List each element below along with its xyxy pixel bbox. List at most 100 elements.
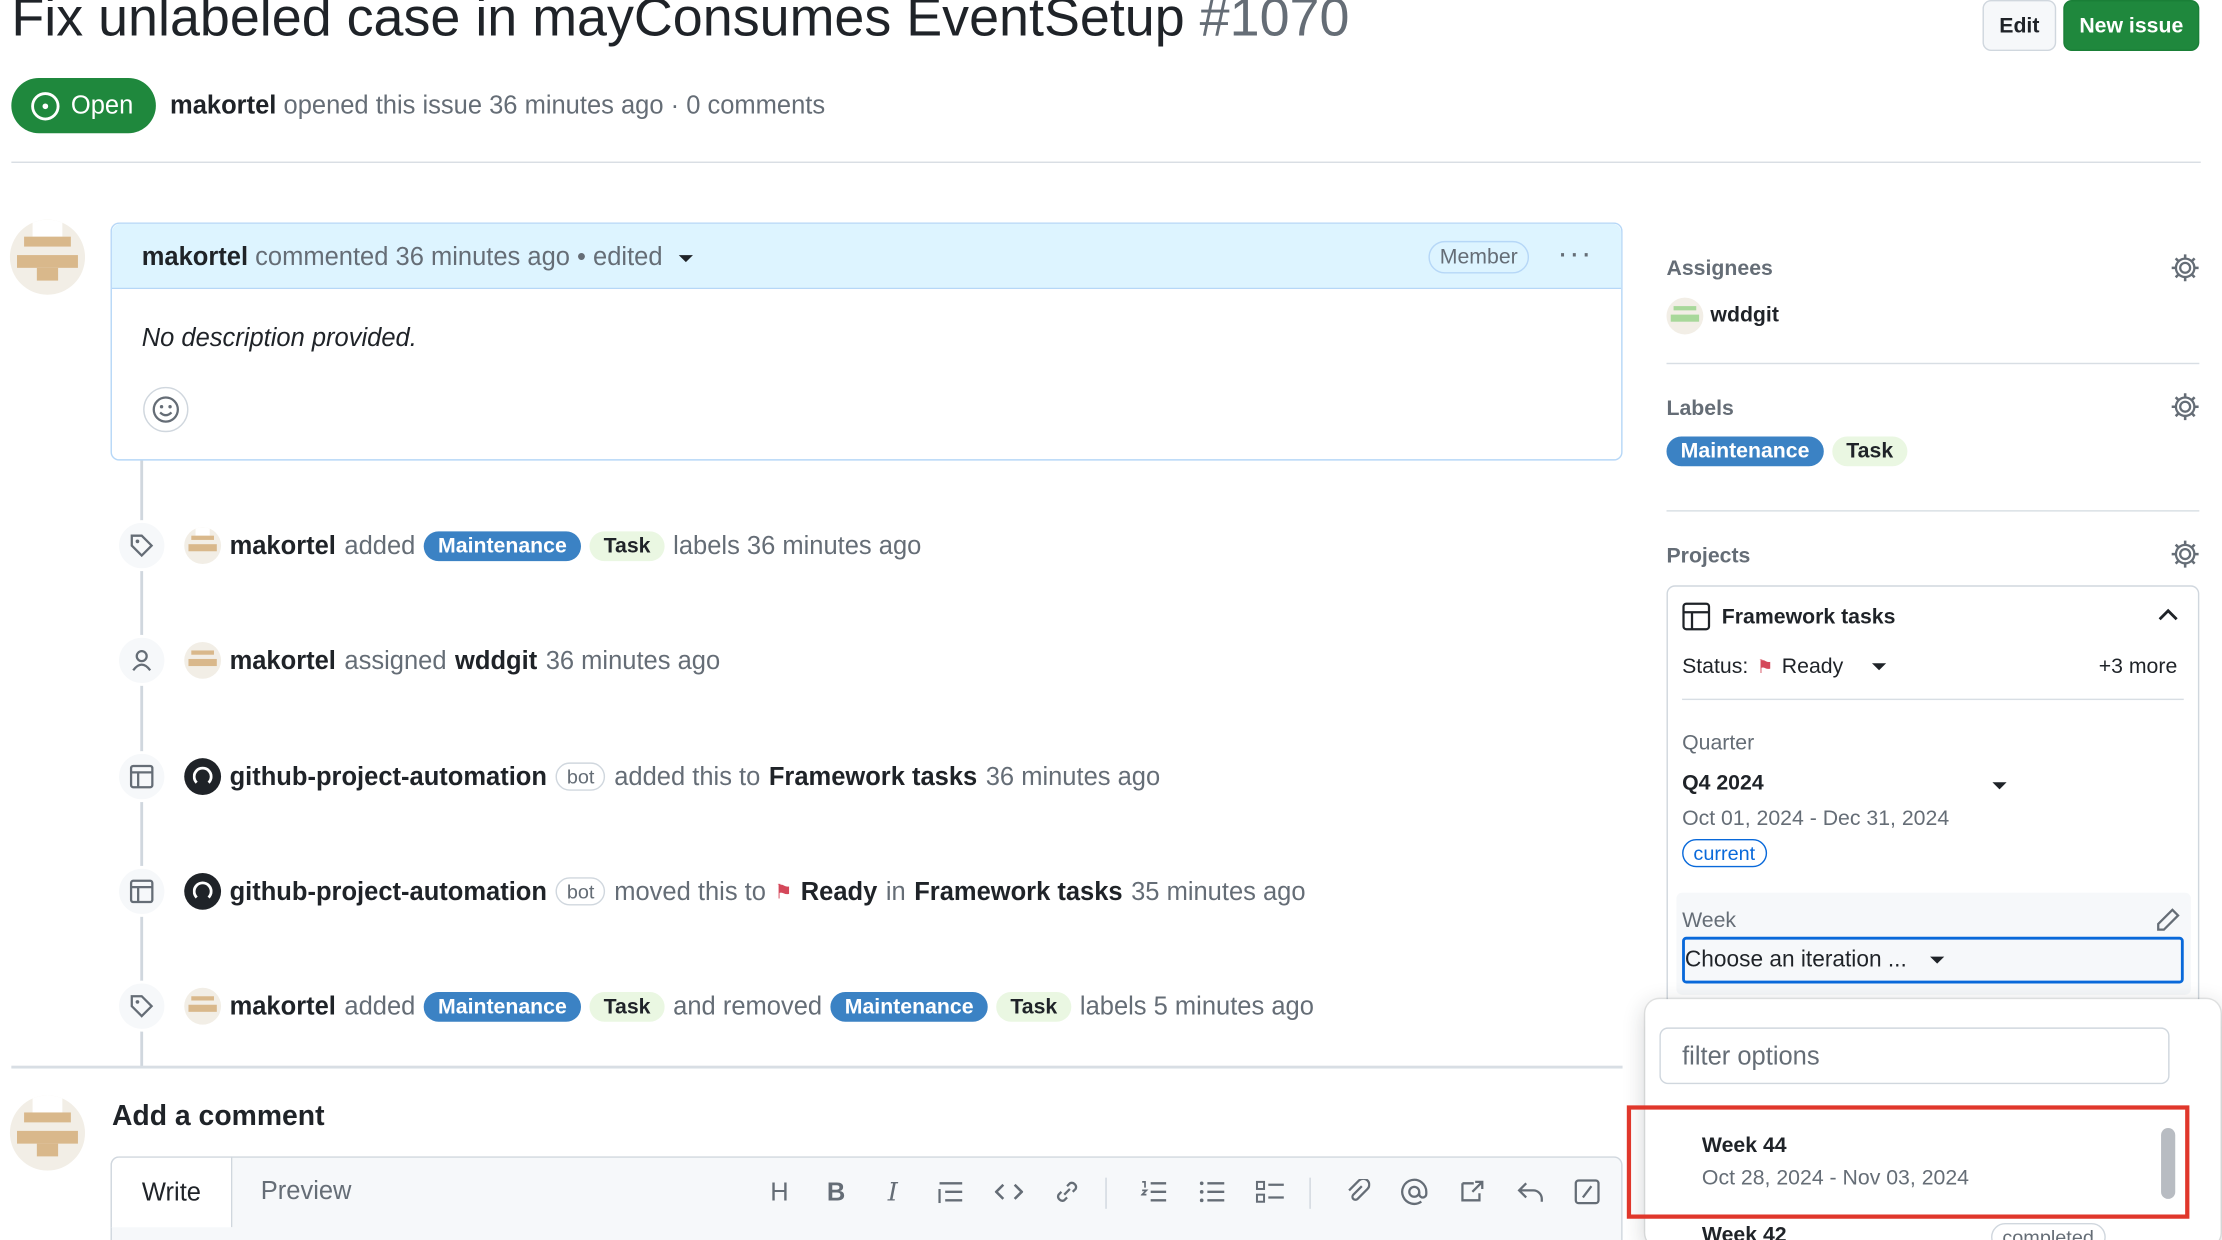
projects-heading: Projects (1666, 544, 1751, 569)
member-badge: Member (1428, 240, 1530, 274)
actor-link[interactable]: makortel (230, 531, 336, 561)
code-icon[interactable] (992, 1175, 1026, 1209)
status-flag-icon: ⚑ (774, 879, 793, 903)
link-icon[interactable] (1050, 1175, 1084, 1209)
more-options-icon[interactable]: ··· (1557, 235, 1592, 272)
option-name[interactable]: Week 42 (1702, 1223, 1787, 1240)
status-value: Ready (800, 876, 878, 905)
tag-icon (116, 980, 168, 1032)
chevron-down-icon[interactable] (1992, 782, 2007, 790)
event-time: 36 minutes ago (545, 645, 721, 674)
avatar[interactable] (9, 1095, 86, 1171)
slash-command-icon[interactable] (1570, 1175, 1604, 1209)
avatar[interactable] (184, 987, 222, 1025)
issue-author-link[interactable]: makortel (170, 91, 276, 119)
timeline-divider (11, 1065, 1623, 1069)
toolbar-divider (1309, 1177, 1311, 1209)
avatar[interactable] (1666, 297, 1704, 335)
comment-header: makortel commented 36 minutes ago • edit… (111, 223, 1622, 290)
filter-input[interactable]: filter options (1659, 1027, 2170, 1085)
add-reaction-button[interactable] (143, 386, 189, 433)
timeline-item: makortel added Maintenance Task and remo… (184, 986, 1314, 1026)
event-time: labels 36 minutes ago (673, 530, 922, 560)
label-task[interactable]: Task (589, 530, 665, 561)
event-verb: added (344, 991, 416, 1020)
highlight-box (1626, 1105, 2190, 1219)
actor-link[interactable]: makortel (230, 991, 336, 1021)
attach-icon[interactable] (1341, 1175, 1375, 1209)
label-maintenance[interactable]: Maintenance (1666, 436, 1824, 467)
reply-icon[interactable] (1513, 1175, 1547, 1209)
label-task[interactable]: Task (996, 991, 1072, 1022)
event-time: labels 5 minutes ago (1079, 991, 1314, 1020)
tab-preview[interactable]: Preview (261, 1176, 352, 1206)
quarter-value[interactable]: Q4 2024 (1682, 771, 1764, 795)
gear-icon[interactable] (2170, 539, 2201, 570)
toolbar-divider (1105, 1177, 1107, 1209)
chevron-up-icon[interactable] (2157, 607, 2180, 624)
chevron-down-icon (1929, 956, 1944, 964)
project-link[interactable]: Framework tasks (769, 762, 977, 792)
label-task[interactable]: Task (1832, 436, 1908, 467)
actor-link[interactable]: makortel (230, 646, 336, 676)
event-connector: and removed (673, 991, 823, 1020)
mention-icon[interactable] (1397, 1175, 1431, 1209)
labels-heading: Labels (1666, 396, 1734, 421)
status-field[interactable]: Status: ⚑ Ready (1682, 655, 1886, 679)
week-label: Week (1682, 908, 1737, 933)
status-flag-icon: ⚑ (1756, 655, 1774, 677)
github-logo-icon[interactable] (184, 758, 222, 796)
avatar[interactable] (184, 527, 222, 565)
header-divider (11, 161, 2201, 163)
edited-dropdown-icon[interactable] (678, 254, 693, 262)
assignee-link[interactable]: wddgit (455, 646, 537, 676)
task-list-icon[interactable] (1253, 1175, 1287, 1209)
label-maintenance[interactable]: Maintenance (830, 991, 988, 1022)
github-logo-icon[interactable] (184, 872, 222, 910)
comment-author-link[interactable]: makortel (142, 242, 248, 270)
event-connector: in (885, 876, 906, 905)
issue-open-icon (31, 91, 60, 120)
tab-write[interactable]: Write (110, 1156, 233, 1228)
project-name-link[interactable]: Framework tasks (1722, 605, 1896, 629)
label-task[interactable]: Task (589, 991, 665, 1022)
ordered-list-icon[interactable] (1137, 1175, 1171, 1209)
reference-icon[interactable] (1455, 1175, 1489, 1209)
quote-icon[interactable] (934, 1175, 968, 1209)
event-verb: added this to (614, 761, 761, 791)
issue-meta-text: opened this issue 36 minutes ago · 0 com… (283, 90, 826, 120)
label-maintenance[interactable]: Maintenance (423, 991, 581, 1022)
gear-icon[interactable] (2170, 252, 2201, 283)
bold-icon[interactable]: B (819, 1175, 853, 1209)
more-fields-link[interactable]: +3 more (2099, 655, 2178, 679)
event-verb: moved this to (614, 876, 766, 905)
state-badge: Open (11, 77, 156, 134)
actor-link[interactable]: github-project-automation (230, 762, 547, 792)
sidebar-divider (1666, 510, 2200, 512)
event-time: 36 minutes ago (985, 761, 1161, 791)
timeline-item: makortel assigned wddgit 36 minutes ago (184, 641, 720, 681)
italic-icon[interactable]: I (876, 1175, 910, 1209)
heading-icon[interactable]: H (762, 1175, 796, 1209)
assignee-link[interactable]: wddgit (1710, 303, 1778, 327)
timeline-item: github-project-automation bot moved this… (184, 872, 1306, 912)
edit-button[interactable]: Edit (1982, 0, 2057, 52)
event-verb: assigned (344, 645, 447, 674)
week-select[interactable]: Choose an iteration ... (1682, 936, 2184, 984)
completed-badge: completed (1991, 1222, 2106, 1240)
event-verb: added (344, 530, 416, 560)
label-maintenance[interactable]: Maintenance (423, 530, 581, 561)
project-link[interactable]: Framework tasks (914, 877, 1122, 907)
gear-icon[interactable] (2170, 391, 2201, 422)
new-issue-button[interactable]: New issue (2063, 0, 2200, 52)
unordered-list-icon[interactable] (1195, 1175, 1229, 1209)
actor-link[interactable]: github-project-automation (230, 877, 547, 907)
pencil-icon[interactable] (2155, 907, 2181, 933)
project-table-icon (1682, 602, 1711, 631)
current-badge: current (1682, 838, 1767, 868)
quarter-range: Oct 01, 2024 - Dec 31, 2024 (1682, 806, 1950, 831)
avatar[interactable] (9, 219, 86, 295)
avatar[interactable] (184, 641, 222, 679)
comment-body: No description provided. (141, 323, 417, 352)
state-label: Open (70, 90, 134, 120)
